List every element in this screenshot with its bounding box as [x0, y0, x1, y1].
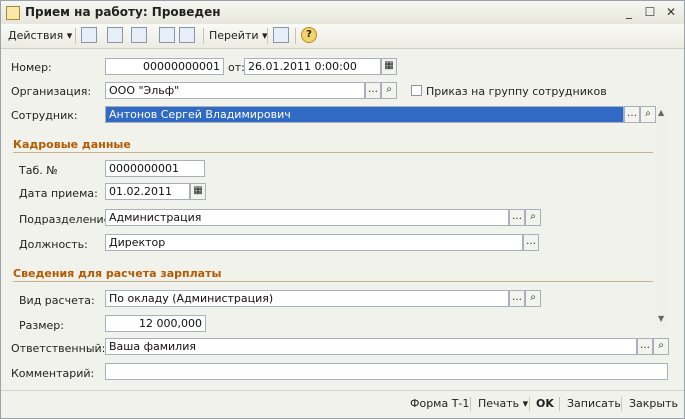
close-icon[interactable]: ✕	[663, 4, 679, 20]
close-button[interactable]: Закрыть	[629, 397, 678, 410]
bottom-separator	[529, 397, 530, 411]
bottom-separator	[621, 397, 622, 411]
group-order-label: Приказ на группу сотрудников	[426, 85, 607, 98]
search-icon[interactable]: ⌕	[525, 290, 541, 307]
unpost-document-icon[interactable]	[179, 27, 195, 43]
select-button[interactable]: …	[509, 290, 525, 307]
goto-menu[interactable]: Перейти ▾	[209, 28, 268, 44]
document-icon	[6, 6, 20, 20]
select-button[interactable]: …	[637, 338, 653, 355]
calc-type-field[interactable]: По окладу (Администрация)	[105, 290, 509, 307]
maximize-icon[interactable]: ☐	[642, 4, 658, 20]
date-label: от:	[228, 61, 245, 74]
minimize-icon[interactable]: _	[621, 4, 637, 20]
department-label: Подразделение:	[19, 213, 115, 226]
select-button[interactable]: …	[624, 106, 640, 123]
hr-section-title: Кадровые данные	[13, 138, 131, 151]
toolbar-separator	[75, 28, 76, 44]
scroll-up-icon[interactable]: ▲	[658, 108, 664, 117]
number-field[interactable]: 00000000001	[105, 58, 224, 75]
organization-field[interactable]: ООО "Эльф"	[105, 82, 365, 99]
employee-field[interactable]: Антонов Сергей Владимирович	[105, 106, 624, 123]
select-button[interactable]: …	[523, 234, 539, 251]
section-divider	[13, 152, 653, 153]
toolbar-separator	[267, 28, 268, 44]
amount-field[interactable]: 12 000,000	[105, 315, 206, 332]
actions-menu[interactable]: Действия ▾	[8, 28, 72, 44]
title-bar: Прием на работу: Проведен _ ☐ ✕	[1, 1, 684, 25]
comment-field[interactable]	[105, 363, 668, 380]
amount-label: Размер:	[19, 319, 64, 332]
form-t1-button[interactable]: Форма Т-1	[410, 397, 469, 410]
calendar-icon[interactable]: ▦	[381, 58, 397, 75]
select-button[interactable]: …	[365, 82, 381, 99]
date-field[interactable]: 26.01.2011 0:00:00	[244, 58, 381, 75]
department-field[interactable]: Администрация	[105, 209, 509, 226]
print-label: Печать	[478, 397, 520, 410]
employee-label: Сотрудник:	[11, 109, 78, 122]
tab-number-field[interactable]: 0000000001	[105, 160, 205, 177]
toolbar-separator	[203, 28, 204, 44]
actions-label: Действия	[8, 29, 64, 42]
calendar-icon[interactable]: ▦	[190, 183, 206, 200]
post-document-icon[interactable]	[159, 27, 175, 43]
organization-label: Организация:	[11, 85, 92, 98]
position-field[interactable]: Директор	[105, 234, 523, 251]
goto-label: Перейти	[209, 29, 259, 42]
structure-icon[interactable]	[273, 27, 289, 43]
ok-button[interactable]: OK	[536, 397, 554, 410]
print-menu[interactable]: Печать ▾	[478, 397, 528, 410]
responsible-field[interactable]: Ваша фамилия	[105, 338, 637, 355]
search-icon[interactable]: ⌕	[640, 106, 656, 123]
hire-date-field[interactable]: 01.02.2011	[105, 183, 190, 200]
refresh-icon[interactable]	[107, 27, 123, 43]
hire-date-label: Дата приема:	[19, 187, 98, 200]
bottom-separator	[559, 397, 560, 411]
scroll-down-icon[interactable]: ▼	[658, 314, 664, 323]
save-button[interactable]: Записать	[567, 397, 621, 410]
group-order-checkbox[interactable]	[411, 85, 422, 96]
responsible-label: Ответственный:	[11, 342, 106, 355]
search-icon[interactable]: ⌕	[653, 338, 669, 355]
help-icon[interactable]: ?	[301, 27, 317, 43]
post-close-icon[interactable]	[81, 27, 97, 43]
window-title: Прием на работу: Проведен	[25, 5, 221, 19]
bottom-bar: Форма Т-1 Печать ▾ OK Записать Закрыть	[1, 390, 684, 419]
toolbar: Действия ▾ Перейти ▾ ?	[1, 24, 684, 49]
section-divider	[13, 281, 653, 282]
search-icon[interactable]: ⌕	[525, 209, 541, 226]
tab-number-label: Таб. №	[19, 164, 58, 177]
position-label: Должность:	[19, 238, 88, 251]
salary-section-title: Сведения для расчета зарплаты	[13, 267, 222, 280]
bottom-separator	[470, 397, 471, 411]
copy-icon[interactable]	[131, 27, 147, 43]
comment-label: Комментарий:	[11, 367, 95, 380]
document-window: Прием на работу: Проведен _ ☐ ✕ Действия…	[0, 0, 685, 419]
form-scrollbar[interactable]: ▲ ▼	[656, 106, 669, 328]
toolbar-separator	[295, 28, 296, 44]
select-button[interactable]: …	[509, 209, 525, 226]
search-icon[interactable]: ⌕	[381, 82, 397, 99]
calc-type-label: Вид расчета:	[19, 294, 95, 307]
number-label: Номер:	[11, 61, 52, 74]
